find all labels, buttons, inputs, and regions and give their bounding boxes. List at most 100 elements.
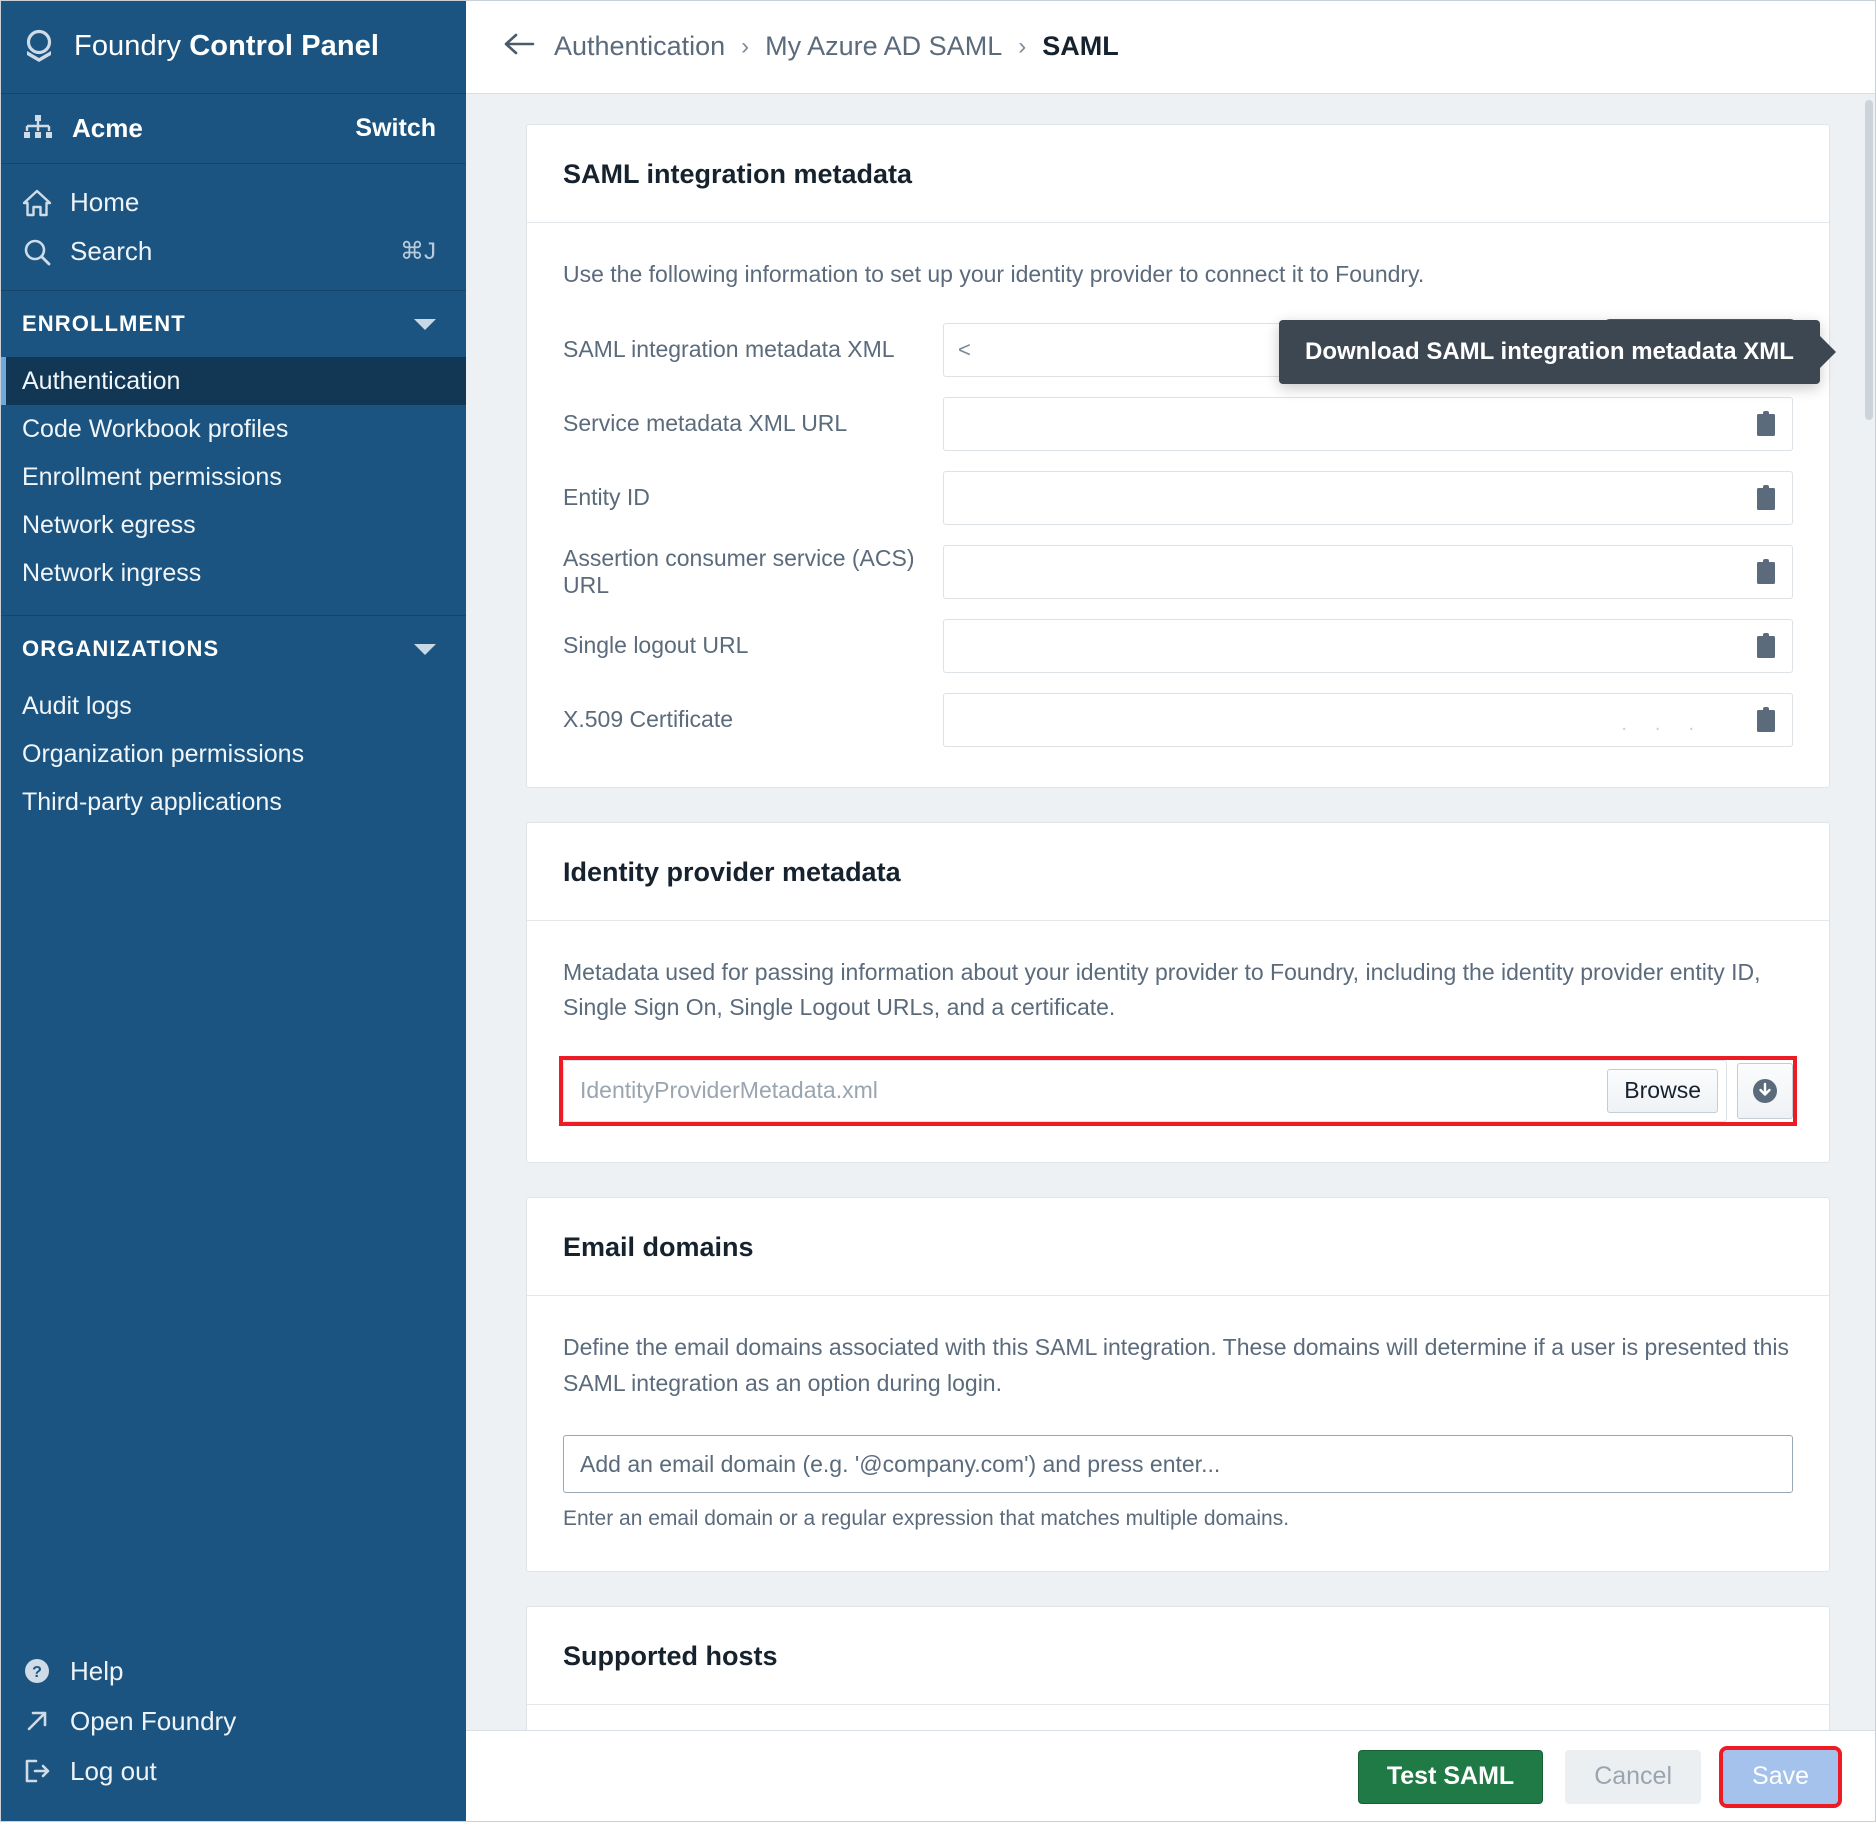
org-tree-icon (22, 114, 54, 144)
breadcrumb: Authentication › My Azure AD SAML › SAML (554, 31, 1119, 62)
sidebar-top-links: Home Search ⌘J (0, 164, 466, 291)
email-domains-card: Email domains Define the email domains a… (526, 1197, 1830, 1572)
idp-file-upload-group: IdentityProviderMetadata.xml Browse (563, 1060, 1793, 1122)
email-domains-card-body: Define the email domains associated with… (527, 1296, 1829, 1571)
sidebar-section-organizations[interactable]: ORGANIZATIONS (0, 616, 466, 682)
email-domains-card-title: Email domains (527, 1198, 1829, 1296)
browse-button[interactable]: Browse (1607, 1069, 1718, 1113)
cancel-button[interactable]: Cancel (1565, 1750, 1701, 1804)
sidebar-item-search-label: Search (70, 236, 152, 267)
saml-metadata-description: Use the following information to set up … (563, 257, 1793, 293)
save-button[interactable]: Save (1723, 1750, 1838, 1804)
email-domain-input[interactable] (563, 1435, 1793, 1493)
download-circle-icon (1750, 1076, 1780, 1106)
help-circle-icon: ? (22, 1656, 52, 1686)
acs-url-input[interactable] (943, 545, 1793, 599)
sidebar-item-network-egress[interactable]: Network egress (0, 501, 466, 549)
scrollbar-thumb[interactable] (1865, 100, 1873, 420)
field-row-service-metadata-url: Service metadata XML URL (563, 397, 1793, 451)
logout-icon (22, 1756, 52, 1786)
sidebar-item-code-workbook-profiles[interactable]: Code Workbook profiles (0, 405, 466, 453)
sidebar-item-enrollment-permissions-label: Enrollment permissions (22, 463, 282, 492)
sidebar-item-third-party-applications-label: Third-party applications (22, 788, 282, 817)
sidebar-item-log-out-label: Log out (70, 1756, 157, 1787)
field-row-x509-certificate: X.509 Certificate ... (563, 693, 1793, 747)
sidebar-footer: ? Help Open Foundry (0, 1646, 466, 1822)
svg-text:?: ? (32, 1664, 42, 1681)
x509-redacted-marks: ... (1621, 713, 1722, 736)
search-icon (22, 237, 52, 267)
sidebar-item-help[interactable]: ? Help (0, 1646, 466, 1696)
breadcrumb-item-saml: SAML (1042, 31, 1119, 62)
supported-hosts-card: Supported hosts (526, 1606, 1830, 1730)
sidebar-item-network-egress-label: Network egress (22, 511, 196, 540)
sidebar-item-authentication[interactable]: Authentication (0, 357, 466, 405)
sidebar-item-code-workbook-profiles-label: Code Workbook profiles (22, 415, 288, 444)
brand-title-light: Foundry (74, 30, 189, 62)
sidebar-item-organization-permissions[interactable]: Organization permissions (0, 730, 466, 778)
field-row-saml-xml: SAML integration metadata XML < (563, 323, 1793, 377)
entity-id-input[interactable] (943, 471, 1793, 525)
breadcrumb-item-my-azure-ad-saml[interactable]: My Azure AD SAML (765, 31, 1002, 62)
org-switcher[interactable]: Acme Switch (0, 94, 466, 164)
field-label-x509-certificate: X.509 Certificate (563, 706, 943, 733)
breadcrumb-separator: › (1018, 33, 1026, 61)
sidebar-item-search[interactable]: Search ⌘J (0, 227, 466, 276)
brand-header[interactable]: Foundry Control Panel (0, 0, 466, 94)
sidebar-item-home[interactable]: Home (0, 178, 466, 227)
download-tooltip: Download SAML integration metadata XML (1279, 320, 1820, 384)
idp-file-input[interactable]: IdentityProviderMetadata.xml Browse (563, 1060, 1727, 1122)
copy-icon[interactable] (1748, 702, 1784, 738)
copy-icon[interactable] (1748, 554, 1784, 590)
idp-file-name: IdentityProviderMetadata.xml (580, 1077, 1607, 1104)
x509-certificate-input[interactable]: ... (943, 693, 1793, 747)
sidebar-item-organization-permissions-label: Organization permissions (22, 740, 304, 769)
back-arrow-icon[interactable] (502, 30, 536, 64)
sidebar-item-log-out[interactable]: Log out (0, 1746, 466, 1796)
sidebar-item-audit-logs[interactable]: Audit logs (0, 682, 466, 730)
sidebar-item-third-party-applications[interactable]: Third-party applications (0, 778, 466, 826)
field-label-saml-xml: SAML integration metadata XML (563, 336, 943, 363)
saml-xml-value: < (958, 337, 971, 363)
test-saml-button[interactable]: Test SAML (1358, 1750, 1543, 1804)
brand-title-bold: Control Panel (189, 30, 379, 62)
home-icon (22, 188, 52, 218)
single-logout-url-input[interactable] (943, 619, 1793, 673)
sidebar-item-enrollment-permissions[interactable]: Enrollment permissions (0, 453, 466, 501)
content-scroll-area[interactable]: SAML integration metadata Use the follow… (466, 94, 1876, 1730)
sidebar: Foundry Control Panel Acme Switch (0, 0, 466, 1822)
brand-title: Foundry Control Panel (74, 30, 379, 63)
breadcrumb-item-authentication[interactable]: Authentication (554, 31, 725, 62)
saml-metadata-card-title: SAML integration metadata (527, 125, 1829, 223)
supported-hosts-card-body (527, 1705, 1829, 1730)
email-domains-description: Define the email domains associated with… (563, 1330, 1793, 1401)
service-metadata-url-input[interactable] (943, 397, 1793, 451)
field-label-entity-id: Entity ID (563, 484, 943, 511)
idp-metadata-description: Metadata used for passing information ab… (563, 955, 1793, 1026)
copy-icon[interactable] (1748, 480, 1784, 516)
vertical-scrollbar[interactable] (1862, 94, 1876, 1730)
field-label-single-logout-url: Single logout URL (563, 632, 943, 659)
sidebar-section-enrollment[interactable]: ENROLLMENT (0, 291, 466, 357)
idp-metadata-card-title: Identity provider metadata (527, 823, 1829, 921)
sidebar-item-open-foundry[interactable]: Open Foundry (0, 1696, 466, 1746)
org-name: Acme (72, 113, 337, 144)
sidebar-section-organizations-label: ORGANIZATIONS (22, 636, 219, 662)
chevron-down-icon (414, 319, 436, 330)
org-switch-button[interactable]: Switch (355, 114, 436, 143)
idp-download-button[interactable] (1737, 1063, 1793, 1119)
sidebar-section-enrollment-label: ENROLLMENT (22, 311, 186, 337)
topbar: Authentication › My Azure AD SAML › SAML (466, 0, 1876, 94)
idp-metadata-card-body: Metadata used for passing information ab… (527, 921, 1829, 1162)
copy-icon[interactable] (1748, 628, 1784, 664)
breadcrumb-separator: › (741, 33, 749, 61)
copy-icon[interactable] (1748, 406, 1784, 442)
sidebar-item-help-label: Help (70, 1656, 123, 1687)
field-label-acs-url: Assertion consumer service (ACS) URL (563, 545, 943, 599)
search-shortcut: ⌘J (400, 237, 436, 266)
saml-metadata-card-body: Use the following information to set up … (527, 223, 1829, 787)
action-bar: Test SAML Cancel Save (466, 1730, 1876, 1822)
main-content: Authentication › My Azure AD SAML › SAML… (466, 0, 1876, 1822)
sidebar-item-network-ingress[interactable]: Network ingress (0, 549, 466, 597)
external-link-icon (22, 1706, 52, 1736)
